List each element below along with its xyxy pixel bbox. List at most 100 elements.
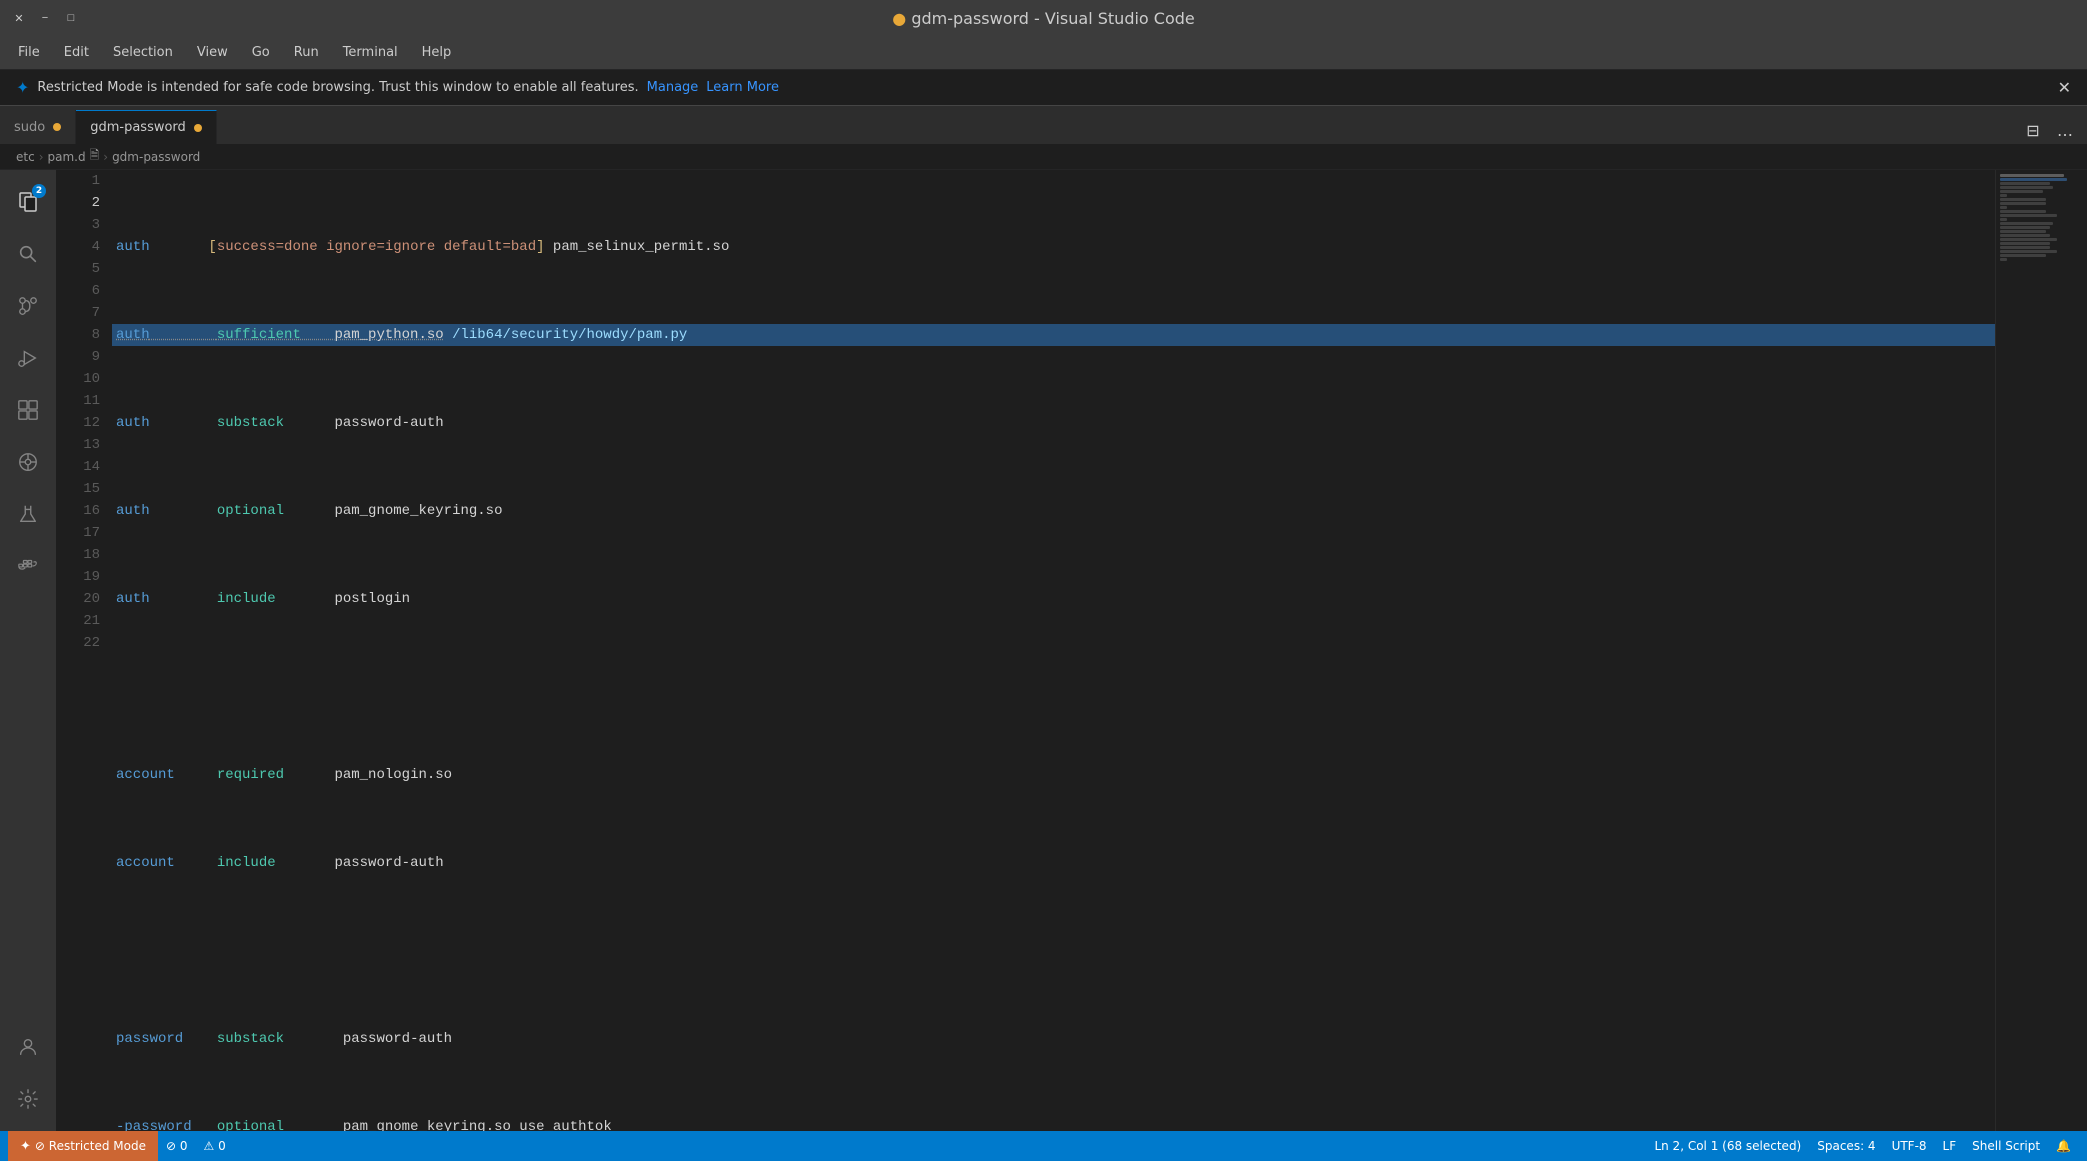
run-debug-activity-icon[interactable] — [4, 334, 52, 382]
line-num-16: 16 — [56, 500, 100, 522]
line-num-13: 13 — [56, 434, 100, 456]
line-num-19: 19 — [56, 566, 100, 588]
breadcrumb-etc[interactable]: etc — [16, 150, 35, 164]
line-col-status[interactable]: Ln 2, Col 1 (68 selected) — [1646, 1139, 1809, 1153]
tab-bar: sudo gdm-password ⊟ … — [0, 106, 2087, 144]
line-num-20: 20 — [56, 588, 100, 610]
errors-status[interactable]: ⊘ 0 — [158, 1131, 196, 1161]
line-num-12: 12 — [56, 412, 100, 434]
menu-file[interactable]: File — [8, 41, 50, 64]
code-line-3: auth substack password-auth — [112, 412, 1995, 434]
close-banner-button[interactable]: ✕ — [2058, 78, 2071, 98]
maximize-window-button[interactable]: □ — [62, 9, 80, 27]
line-num-6: 6 — [56, 280, 100, 302]
line-num-1: 1 — [56, 170, 100, 192]
activity-bar: 2 — [0, 170, 56, 1131]
account-activity-icon[interactable] — [4, 1023, 52, 1071]
line-num-5: 5 — [56, 258, 100, 280]
line-num-15: 15 — [56, 478, 100, 500]
minimap-content — [1996, 170, 2075, 266]
explorer-badge: 2 — [32, 184, 46, 198]
warnings-label: ⚠ 0 — [204, 1139, 226, 1153]
menu-terminal[interactable]: Terminal — [333, 41, 408, 64]
banner-message: Restricted Mode is intended for safe cod… — [37, 80, 638, 95]
encoding-label: UTF-8 — [1892, 1139, 1927, 1153]
menu-view[interactable]: View — [187, 41, 238, 64]
menu-run[interactable]: Run — [284, 41, 329, 64]
menu-edit[interactable]: Edit — [54, 41, 99, 64]
line-num-10: 10 — [56, 368, 100, 390]
code-line-1: auth [success=done ignore=ignore default… — [112, 236, 1995, 258]
line-num-22: 22 — [56, 632, 100, 654]
breadcrumb-file-icon: 🗎 — [90, 146, 100, 167]
code-line-4: auth optional pam_gnome_keyring.so — [112, 500, 1995, 522]
tab-sudo-label: sudo — [14, 120, 45, 135]
learn-more-link[interactable]: Learn More — [706, 80, 779, 95]
editor-container: 1 2 3 4 5 6 7 8 9 10 11 12 13 14 15 16 1… — [56, 170, 2087, 1131]
code-line-7: account required pam_nologin.so — [112, 764, 1995, 786]
line-num-11: 11 — [56, 390, 100, 412]
activity-bar-bottom — [4, 1023, 52, 1131]
menu-help[interactable]: Help — [412, 41, 462, 64]
code-editor[interactable]: auth [success=done ignore=ignore default… — [112, 170, 1995, 1131]
line-ending-status[interactable]: LF — [1935, 1139, 1965, 1153]
code-line-6 — [112, 676, 1995, 698]
manage-link[interactable]: Manage — [647, 80, 699, 95]
window-controls: ✕ − □ — [10, 9, 80, 27]
testing-activity-icon[interactable] — [4, 490, 52, 538]
spaces-status[interactable]: Spaces: 4 — [1809, 1139, 1883, 1153]
breadcrumb-gdm-password[interactable]: gdm-password — [112, 150, 200, 164]
menu-go[interactable]: Go — [242, 41, 280, 64]
line-ending-label: LF — [1943, 1139, 1957, 1153]
errors-label: ⊘ 0 — [166, 1139, 188, 1153]
line-num-17: 17 — [56, 522, 100, 544]
more-actions-icon[interactable]: … — [2051, 116, 2079, 144]
split-editor-icon[interactable]: ⊟ — [2019, 116, 2047, 144]
encoding-status[interactable]: UTF-8 — [1884, 1139, 1935, 1153]
tab-gdm-password-modified-dot — [194, 124, 202, 132]
minimize-window-button[interactable]: − — [36, 9, 54, 27]
close-window-button[interactable]: ✕ — [10, 9, 28, 27]
breadcrumb: etc › pam.d 🗎 › gdm-password — [0, 144, 2087, 170]
restricted-mode-status[interactable]: ✦ ⊘ Restricted Mode — [8, 1131, 158, 1161]
search-activity-icon[interactable] — [4, 230, 52, 278]
line-num-2: 2 — [56, 192, 100, 214]
code-line-9 — [112, 940, 1995, 962]
title-bar: ✕ − □ ● gdm-password - Visual Studio Cod… — [0, 0, 2087, 36]
line-col-label: Ln 2, Col 1 (68 selected) — [1654, 1139, 1801, 1153]
tab-gdm-password-label: gdm-password — [90, 120, 186, 135]
code-line-10: password substack password-auth — [112, 1028, 1995, 1050]
menu-selection[interactable]: Selection — [103, 41, 183, 64]
vscode-icon: ✦ — [16, 78, 29, 97]
spaces-label: Spaces: 4 — [1817, 1139, 1875, 1153]
extensions-activity-icon[interactable] — [4, 386, 52, 434]
line-num-8: 8 — [56, 324, 100, 346]
tab-sudo[interactable]: sudo — [0, 110, 76, 144]
docker-activity-icon[interactable] — [4, 542, 52, 590]
bell-icon: 🔔 — [2056, 1139, 2071, 1153]
explorer-activity-icon[interactable]: 2 — [4, 178, 52, 226]
modified-dot: ● — [892, 9, 906, 28]
source-control-activity-icon[interactable] — [4, 282, 52, 330]
status-bar: ✦ ⊘ Restricted Mode ⊘ 0 ⚠ 0 Ln 2, Col 1 … — [0, 1131, 2087, 1161]
remote-explorer-activity-icon[interactable] — [4, 438, 52, 486]
tab-gdm-password[interactable]: gdm-password — [76, 110, 217, 144]
line-num-7: 7 — [56, 302, 100, 324]
line-num-18: 18 — [56, 544, 100, 566]
tab-bar-right: ⊟ … — [2011, 116, 2087, 144]
language-status[interactable]: Shell Script — [1964, 1139, 2048, 1153]
breadcrumb-sep-2: › — [103, 150, 108, 164]
code-line-8: account include password-auth — [112, 852, 1995, 874]
code-line-2: auth sufficient pam_python.so /lib64/sec… — [112, 324, 1995, 346]
line-num-9: 9 — [56, 346, 100, 368]
line-num-3: 3 — [56, 214, 100, 236]
breadcrumb-pamd[interactable]: pam.d — [48, 150, 86, 164]
notifications-status[interactable]: 🔔 — [2048, 1139, 2079, 1153]
warnings-status[interactable]: ⚠ 0 — [196, 1131, 234, 1161]
title-text: ● gdm-password - Visual Studio Code — [892, 9, 1195, 28]
menu-bar: File Edit Selection View Go Run Terminal… — [0, 36, 2087, 70]
settings-activity-icon[interactable] — [4, 1075, 52, 1123]
vertical-scrollbar[interactable] — [2075, 170, 2087, 1131]
line-num-14: 14 — [56, 456, 100, 478]
language-label: Shell Script — [1972, 1139, 2040, 1153]
